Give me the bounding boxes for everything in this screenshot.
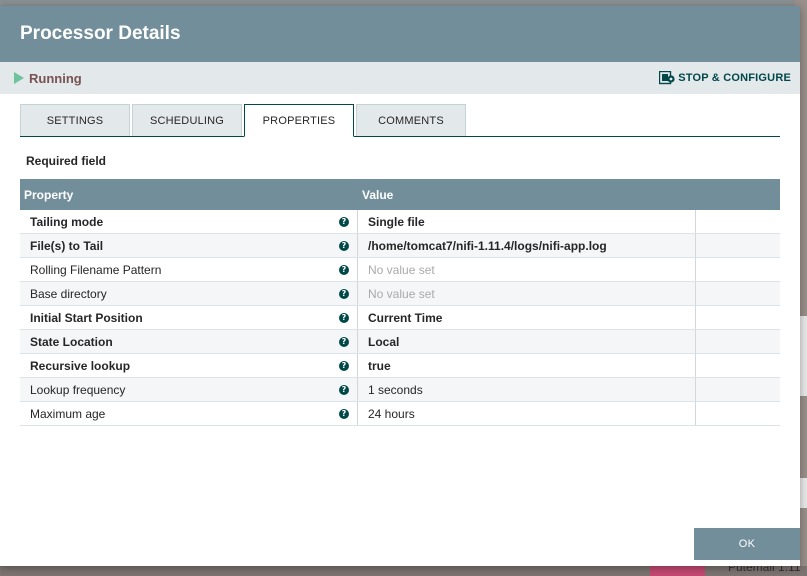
properties-table: Property Value Tailing mode? Single file F… — [20, 179, 780, 426]
property-name: Recursive lookup — [30, 358, 131, 373]
tab-properties[interactable]: PROPERTIES — [244, 104, 354, 137]
actions-cell — [696, 330, 780, 353]
table-row[interactable]: Rolling Filename Pattern? No value set — [20, 258, 780, 282]
property-value: true — [368, 358, 391, 373]
tab-bar: SETTINGS SCHEDULING PROPERTIES COMMENTS — [20, 104, 780, 137]
help-icon[interactable]: ? — [339, 336, 349, 347]
property-name: File(s) to Tail — [30, 238, 104, 253]
table-row[interactable]: Recursive lookup? true — [20, 354, 780, 378]
actions-cell — [696, 306, 780, 329]
property-value: 24 hours — [368, 406, 415, 421]
ok-button[interactable]: OK — [694, 528, 800, 560]
actions-cell — [696, 402, 780, 425]
dialog-title: Processor Details — [20, 23, 181, 44]
property-value: No value set — [368, 286, 435, 301]
property-cell: Lookup frequency? — [20, 378, 358, 401]
status-bar: Running STOP & CONFIGURE — [0, 62, 800, 94]
property-name: Tailing mode — [30, 214, 104, 229]
actions-cell — [696, 378, 780, 401]
actions-cell — [696, 234, 780, 257]
property-name: State Location — [30, 334, 113, 349]
column-header-value: Value — [362, 187, 394, 202]
tab-scheduling[interactable]: SCHEDULING — [132, 104, 242, 136]
help-icon[interactable]: ? — [339, 288, 349, 299]
property-value: No value set — [368, 262, 435, 277]
help-icon[interactable]: ? — [339, 408, 349, 419]
property-name: Maximum age — [30, 406, 106, 421]
help-icon[interactable]: ? — [339, 216, 349, 227]
table-row[interactable]: Base directory? No value set — [20, 282, 780, 306]
property-name: Base directory — [30, 286, 107, 301]
property-name: Initial Start Position — [30, 310, 143, 325]
value-cell[interactable]: true — [358, 354, 696, 377]
property-value: Single file — [368, 214, 425, 229]
value-cell[interactable]: /home/tomcat7/nifi-1.11.4/logs/nifi-app.… — [358, 234, 696, 257]
table-body: Tailing mode? Single file File(s) to Tail?… — [20, 210, 780, 426]
table-row[interactable]: Initial Start Position? Current Time — [20, 306, 780, 330]
actions-cell — [696, 354, 780, 377]
value-cell[interactable]: No value set — [358, 282, 696, 305]
property-cell: Base directory? — [20, 282, 358, 305]
table-row[interactable]: Maximum age? 24 hours — [20, 402, 780, 426]
value-cell[interactable]: Current Time — [358, 306, 696, 329]
value-cell[interactable]: 1 seconds — [358, 378, 696, 401]
column-header-property: Property — [24, 187, 74, 202]
table-row[interactable]: Tailing mode? Single file — [20, 210, 780, 234]
property-cell: Rolling Filename Pattern? — [20, 258, 358, 281]
table-row[interactable]: Lookup frequency? 1 seconds — [20, 378, 780, 402]
table-row[interactable]: State Location? Local — [20, 330, 780, 354]
running-icon — [14, 72, 24, 84]
property-cell: State Location? — [20, 330, 358, 353]
property-cell: Tailing mode? — [20, 210, 358, 233]
stop-configure-icon — [658, 70, 675, 85]
value-cell[interactable]: 24 hours — [358, 402, 696, 425]
tab-comments[interactable]: COMMENTS — [356, 104, 466, 136]
property-cell: Recursive lookup? — [20, 354, 358, 377]
actions-cell — [696, 282, 780, 305]
required-field-legend: Required field — [26, 154, 107, 168]
help-icon[interactable]: ? — [339, 240, 349, 251]
value-cell[interactable]: Single file — [358, 210, 696, 233]
help-icon[interactable]: ? — [339, 384, 349, 395]
property-cell: Initial Start Position? — [20, 306, 358, 329]
value-cell[interactable]: Local — [358, 330, 696, 353]
value-cell[interactable]: No value set — [358, 258, 696, 281]
help-icon[interactable]: ? — [339, 264, 349, 275]
dialog-header: Processor Details — [0, 6, 800, 62]
help-icon[interactable]: ? — [339, 360, 349, 371]
property-value: Current Time — [368, 310, 443, 325]
actions-cell — [696, 258, 780, 281]
property-name: Lookup frequency — [30, 382, 126, 397]
stop-configure-label: STOP & CONFIGURE — [678, 72, 791, 84]
property-name: Rolling Filename Pattern — [30, 262, 162, 277]
run-status: Running — [14, 71, 82, 86]
property-value: /home/tomcat7/nifi-1.11.4/logs/nifi-app.… — [368, 238, 607, 253]
tab-settings[interactable]: SETTINGS — [20, 104, 130, 136]
property-value: 1 seconds — [368, 382, 423, 397]
table-header: Property Value — [20, 179, 780, 210]
stop-configure-button[interactable]: STOP & CONFIGURE — [658, 70, 791, 85]
run-status-label: Running — [29, 70, 82, 86]
property-cell: File(s) to Tail? — [20, 234, 358, 257]
table-row[interactable]: File(s) to Tail? /home/tomcat7/nifi-1.11.… — [20, 234, 780, 258]
property-cell: Maximum age? — [20, 402, 358, 425]
actions-cell — [696, 210, 780, 233]
help-icon[interactable]: ? — [339, 312, 349, 323]
property-value: Local — [368, 334, 400, 349]
